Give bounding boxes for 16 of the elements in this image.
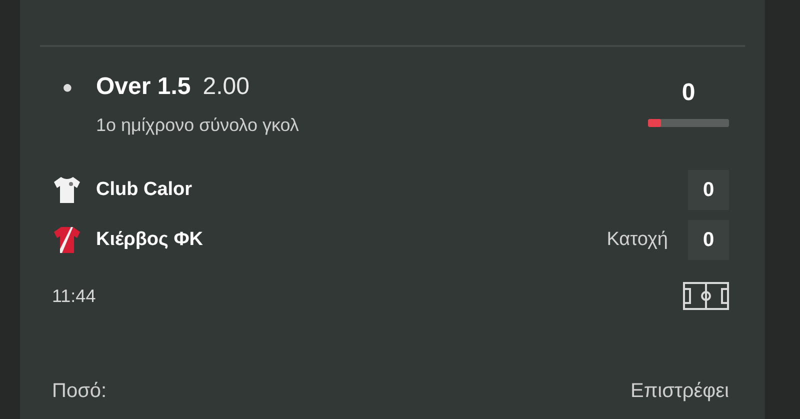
pitch-icon[interactable] <box>683 282 729 310</box>
team-score: 0 <box>688 170 729 210</box>
returns-label: Επιστρέφει <box>630 380 729 403</box>
striped-shirt-icon <box>52 225 82 255</box>
stake-label: Ποσό: <box>52 380 107 403</box>
team-score: 0 <box>688 220 729 260</box>
market-description: 1ο ημίχρονο σύνολο γκολ <box>96 115 299 136</box>
stat-label: Κατοχή <box>606 229 668 251</box>
match-time: 11:44 <box>52 286 96 306</box>
bullet: ● <box>61 76 74 98</box>
goal-count: 0 <box>682 79 696 107</box>
team-name: Κιέρβος ΦΚ <box>96 229 204 251</box>
market-name: Over 1.5 <box>96 73 191 101</box>
team-name: Club Calor <box>96 179 194 201</box>
shirt-icon <box>52 175 82 205</box>
odds: 2.00 <box>202 73 250 101</box>
